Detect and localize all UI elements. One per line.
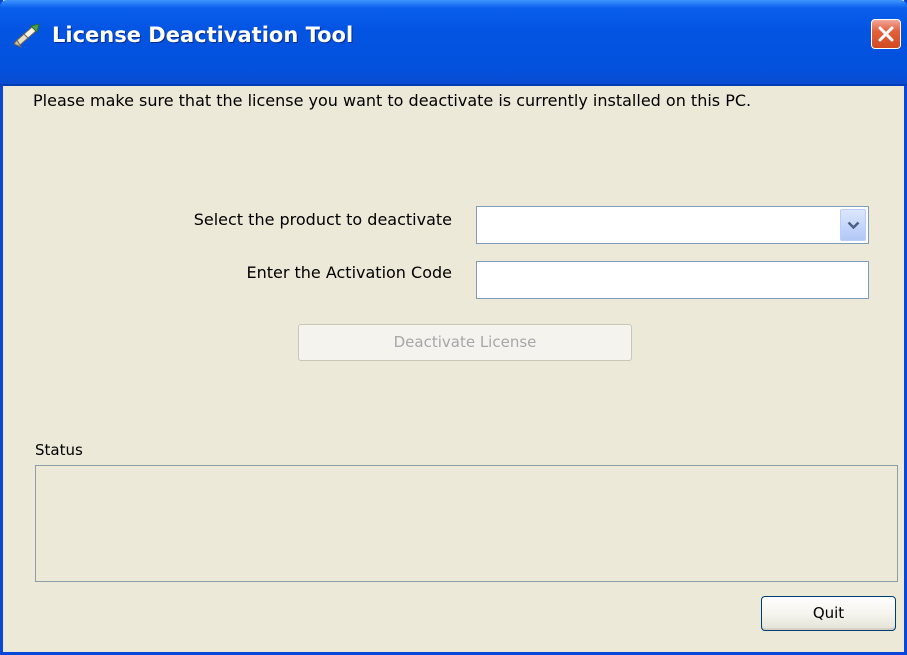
close-button[interactable] [871, 19, 901, 49]
chevron-down-icon [847, 221, 860, 230]
dropdown-button[interactable] [840, 209, 866, 241]
license-deactivation-window: License Deactivation Tool Please make su… [0, 0, 907, 655]
license-tool-icon [12, 22, 44, 49]
activation-code-input[interactable] [476, 261, 869, 299]
close-icon [878, 26, 894, 42]
intro-text: Please make sure that the license you wa… [33, 91, 752, 110]
status-box [35, 465, 898, 582]
title-bar[interactable]: License Deactivation Tool [0, 0, 907, 86]
activation-code-label: Enter the Activation Code [246, 263, 452, 282]
window-title: License Deactivation Tool [52, 23, 354, 47]
deactivate-license-button[interactable]: Deactivate License [298, 324, 632, 361]
dialog-content: Please make sure that the license you wa… [3, 86, 904, 652]
product-label: Select the product to deactivate [193, 210, 452, 229]
product-select[interactable] [476, 206, 869, 244]
status-label: Status [35, 441, 83, 459]
quit-button[interactable]: Quit [761, 596, 896, 631]
